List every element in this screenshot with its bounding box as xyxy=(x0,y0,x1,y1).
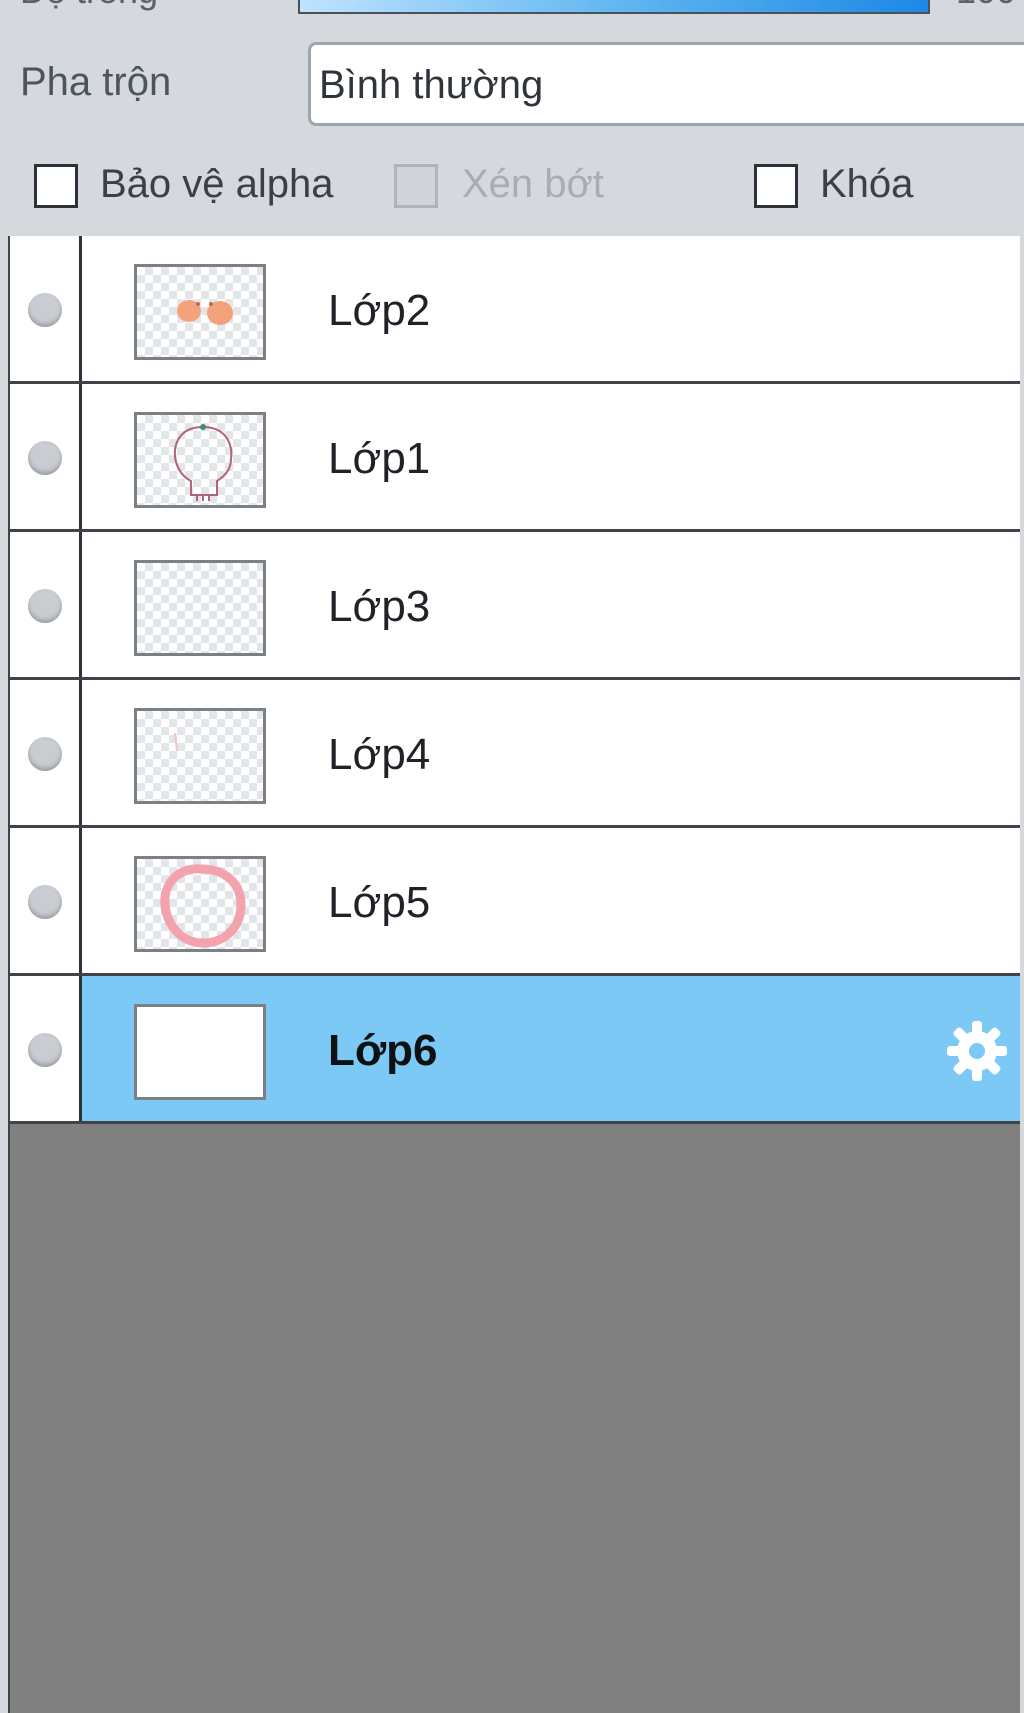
layer-list: Lớp2 Lớp1 Lớp3 Lớp4 Lớp5 Lớp6 xyxy=(8,236,1020,1713)
lock-checkbox[interactable] xyxy=(754,164,798,208)
visibility-toggle[interactable] xyxy=(10,236,82,381)
visibility-dot-icon xyxy=(28,589,62,623)
visibility-dot-icon xyxy=(28,737,62,771)
blend-mode-value: Bình thường xyxy=(319,63,544,107)
layer-name: Lớp5 xyxy=(328,878,431,927)
opacity-slider[interactable] xyxy=(298,0,930,14)
layer-name: Lớp6 xyxy=(328,1026,438,1075)
visibility-toggle[interactable] xyxy=(10,976,82,1121)
layer-name: Lớp1 xyxy=(328,434,431,483)
layer-row[interactable]: Lớp3 xyxy=(10,532,1020,680)
visibility-toggle[interactable] xyxy=(10,828,82,973)
layer-thumbnail xyxy=(134,264,266,360)
visibility-dot-icon xyxy=(28,441,62,475)
layer-thumbnail xyxy=(134,560,266,656)
opacity-label: Độ trong xyxy=(20,0,158,12)
visibility-toggle[interactable] xyxy=(10,680,82,825)
clipping-checkbox xyxy=(394,164,438,208)
layer-row[interactable]: Lớp2 xyxy=(10,236,1020,384)
layer-thumbnail xyxy=(134,1004,266,1100)
protect-alpha-label: Bảo vệ alpha xyxy=(100,162,334,206)
visibility-dot-icon xyxy=(28,1033,62,1067)
gear-icon[interactable] xyxy=(944,1018,1010,1084)
clipping-label: Xén bớt xyxy=(462,162,604,206)
layer-thumbnail xyxy=(134,708,266,804)
layer-thumbnail xyxy=(134,856,266,952)
visibility-dot-icon xyxy=(28,885,62,919)
blend-mode-label: Pha trộn xyxy=(20,60,172,104)
lock-label: Khóa xyxy=(820,162,914,206)
layer-row[interactable]: Lớp1 xyxy=(10,384,1020,532)
layer-name: Lớp3 xyxy=(328,582,431,631)
layer-row-selected[interactable]: Lớp6 xyxy=(10,976,1020,1124)
opacity-row: Độ trong 100 xyxy=(0,0,1024,14)
visibility-toggle[interactable] xyxy=(10,384,82,529)
layer-row[interactable]: Lớp4 xyxy=(10,680,1020,828)
layer-name: Lớp4 xyxy=(328,730,431,779)
layer-thumbnail xyxy=(134,412,266,508)
opacity-value: 100 xyxy=(956,0,1016,12)
visibility-toggle[interactable] xyxy=(10,532,82,677)
layer-name: Lớp2 xyxy=(328,286,431,335)
layer-row[interactable]: Lớp5 xyxy=(10,828,1020,976)
visibility-dot-icon xyxy=(28,293,62,327)
blend-mode-select[interactable]: Bình thường xyxy=(308,42,1024,126)
layer-options-row: Bảo vệ alpha Xén bớt Khóa xyxy=(0,160,1024,220)
protect-alpha-checkbox[interactable] xyxy=(34,164,78,208)
